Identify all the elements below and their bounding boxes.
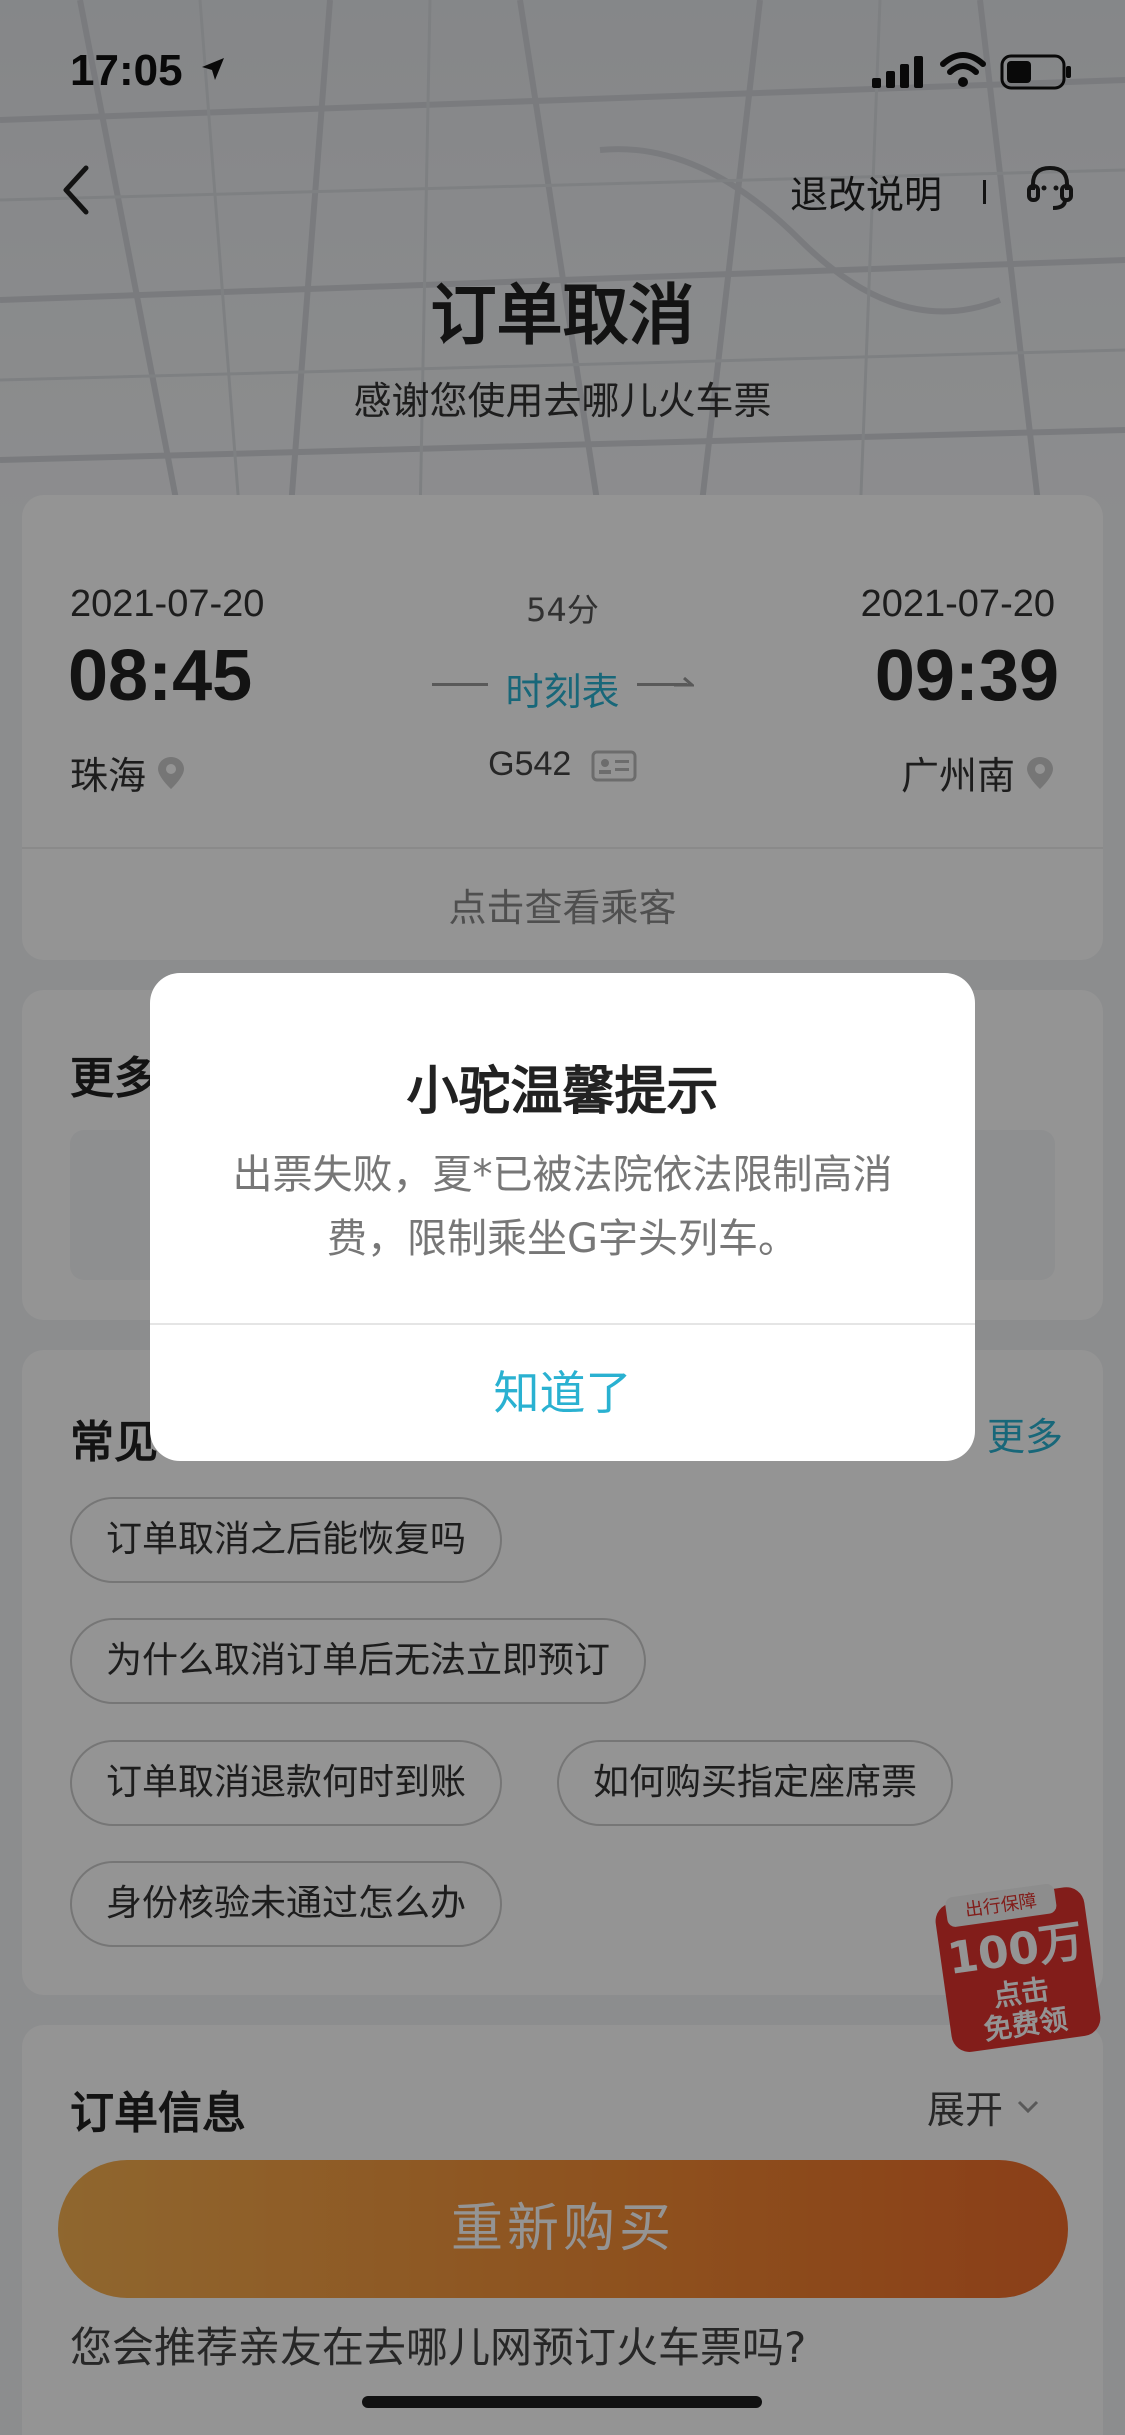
dialog-title: 小驼温馨提示 — [406, 1062, 719, 1122]
dialog-message: 出票失败，夏*已被法院依法限制高消费，限制乘坐G字头列车。 — [232, 1152, 893, 1262]
dialog-confirm-button[interactable]: 知道了 — [150, 1325, 975, 1461]
home-indicator[interactable] — [362, 2396, 762, 2408]
alert-dialog: 小驼温馨提示 出票失败，夏*已被法院依法限制高消费，限制乘坐G字头列车。 知道了 — [150, 973, 975, 1461]
